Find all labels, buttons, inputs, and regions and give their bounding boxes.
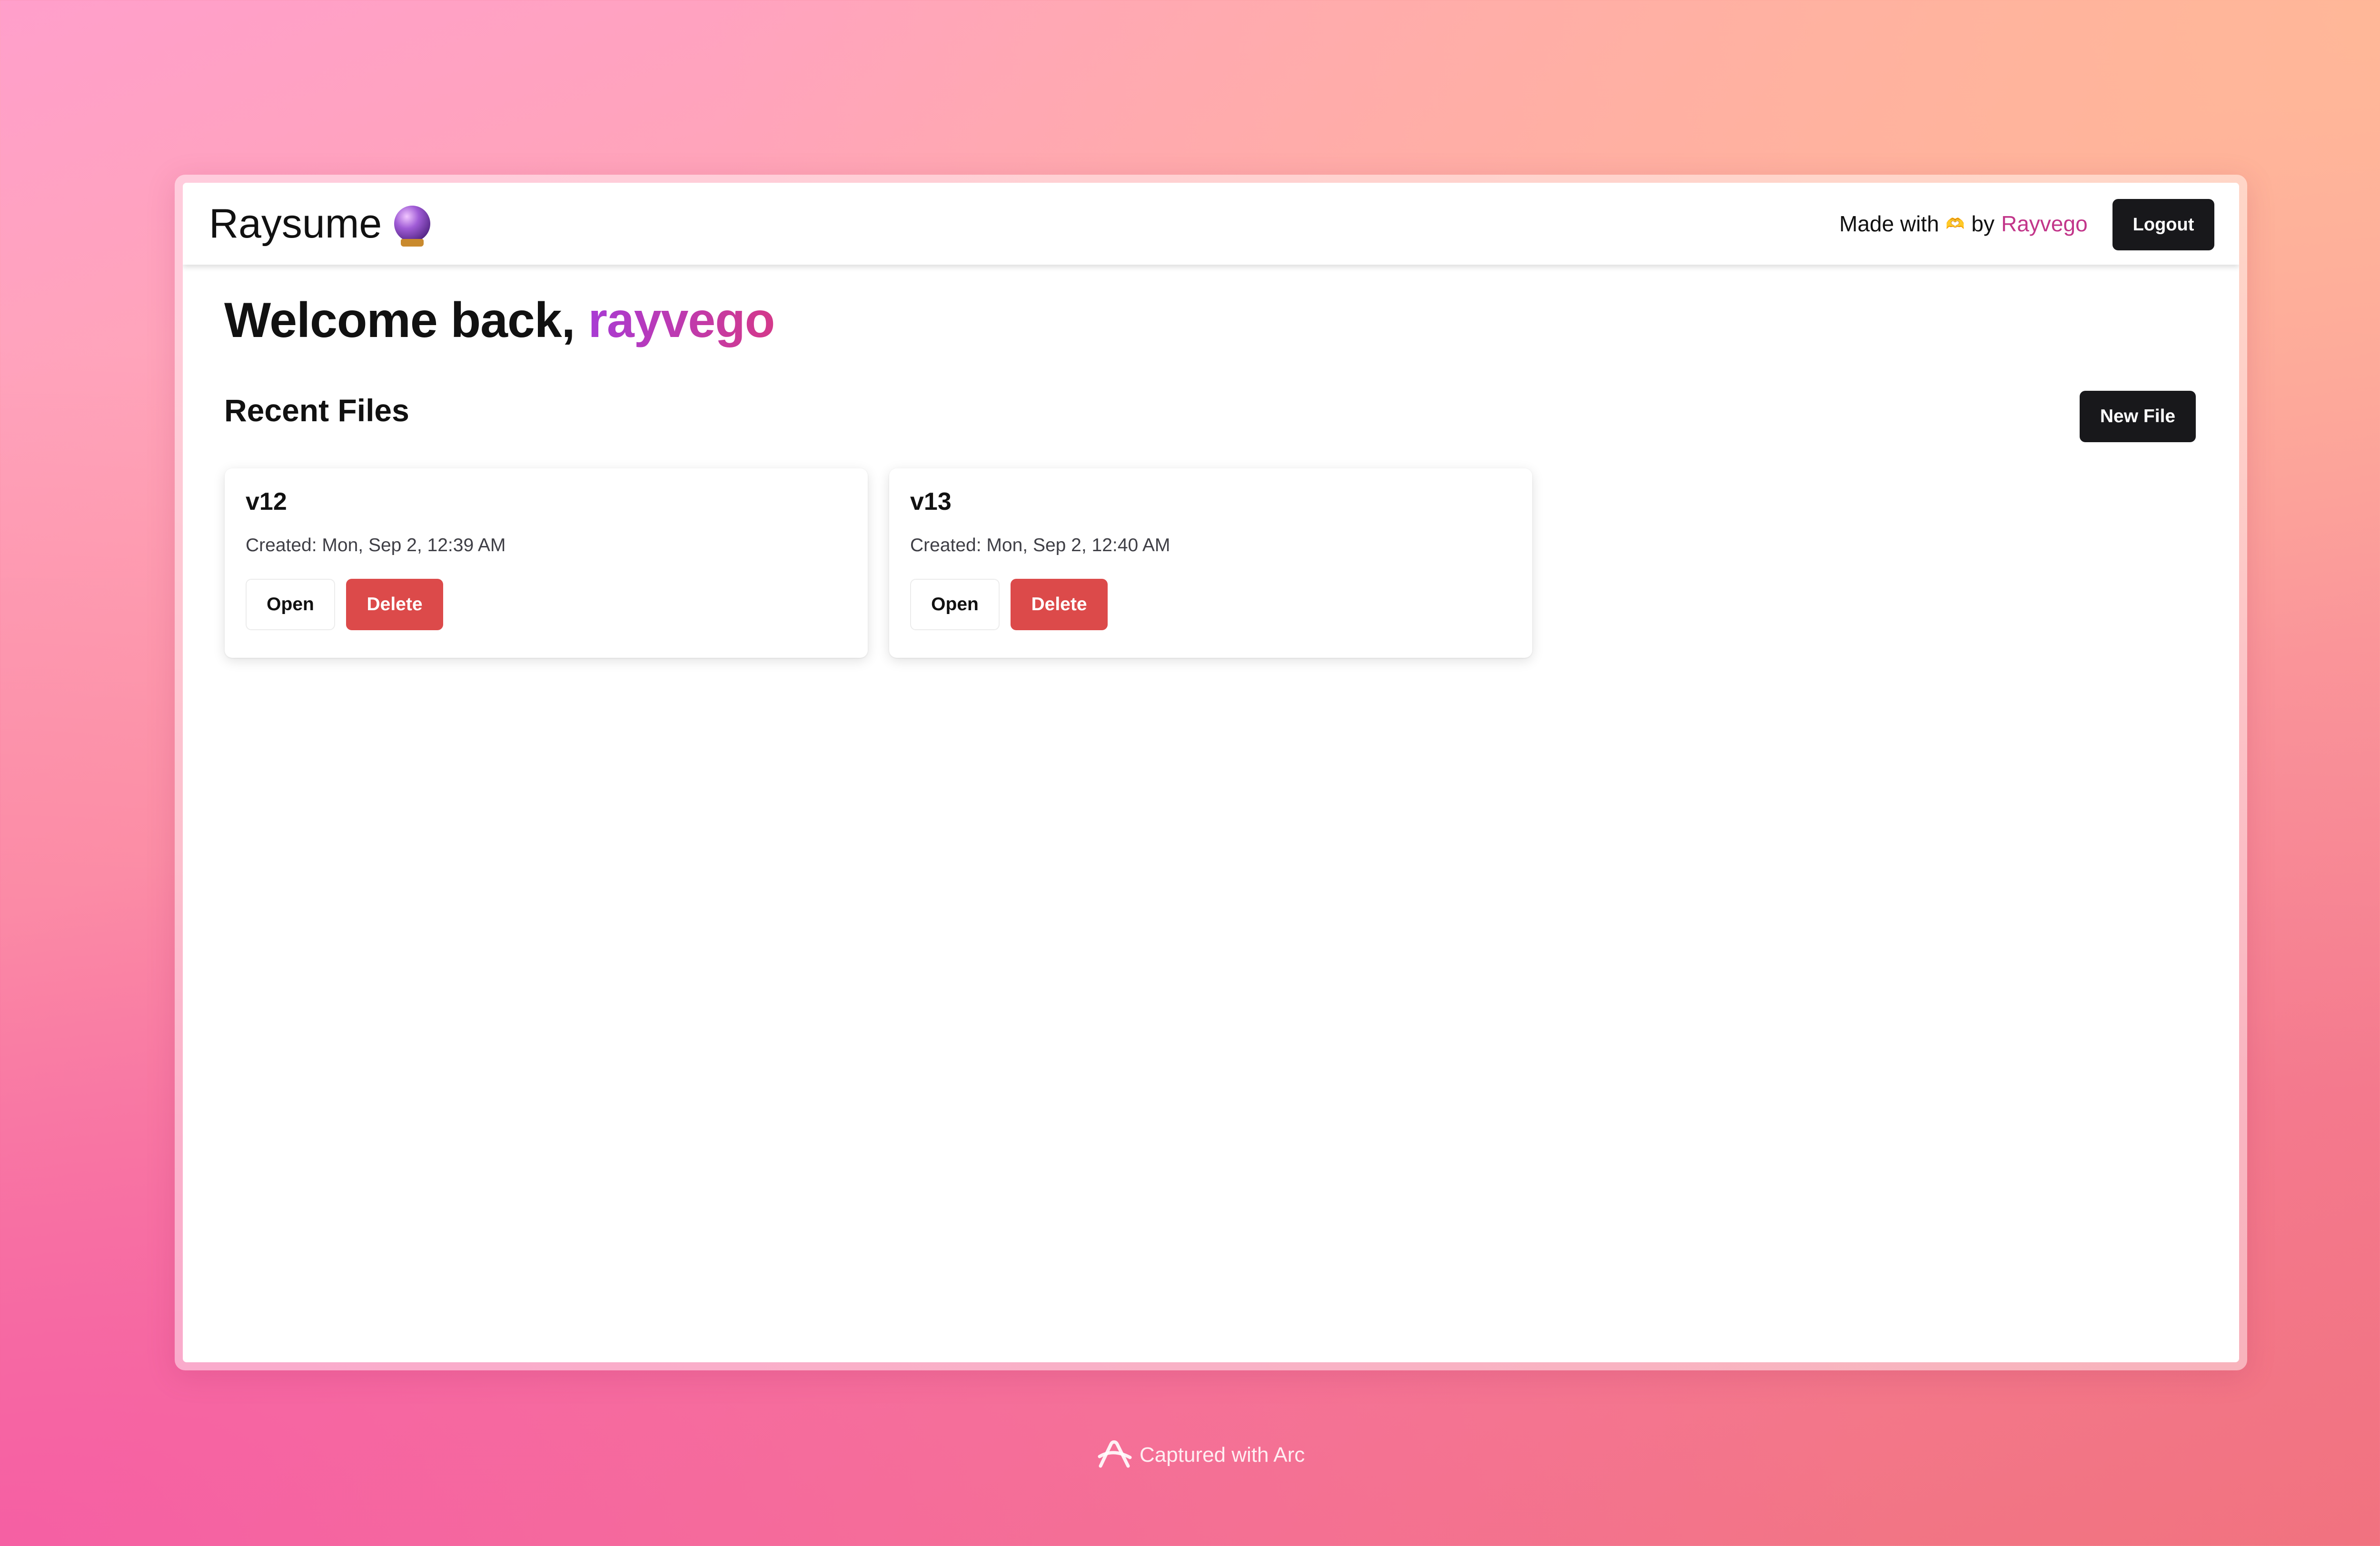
crystal-ball-icon — [394, 206, 431, 247]
app-window: Raysume Made with 🫶 by Rayvego Logout We… — [183, 183, 2239, 1362]
file-created-date: Created: Mon, Sep 2, 12:40 AM — [910, 535, 1170, 555]
welcome-prefix: Welcome back, — [224, 293, 575, 348]
arc-caption: Captured with Arc — [1140, 1443, 1305, 1467]
top-navbar: Raysume Made with 🫶 by Rayvego Logout — [183, 183, 2239, 265]
file-card: v13 Created: Mon, Sep 2, 12:40 AM Open D… — [889, 468, 1532, 658]
captured-with-arc-footer: Captured with Arc — [1097, 1438, 1305, 1472]
made-with-credit: Made with 🫶 by Rayvego — [1839, 209, 2088, 238]
welcome-heading: Welcome back, rayvego — [224, 292, 775, 349]
new-file-button[interactable]: New File — [2080, 391, 2196, 442]
brand-logo[interactable]: Raysume — [209, 197, 431, 250]
heart-hands-icon: 🫶 — [1945, 215, 1965, 232]
made-with-text: Made with — [1839, 211, 1939, 236]
welcome-username: rayvego — [588, 293, 775, 348]
file-created-date: Created: Mon, Sep 2, 12:39 AM — [246, 535, 506, 555]
file-name: v12 — [246, 488, 287, 515]
open-file-button[interactable]: Open — [246, 579, 335, 630]
file-card: v12 Created: Mon, Sep 2, 12:39 AM Open D… — [225, 468, 868, 658]
logout-button[interactable]: Logout — [2112, 199, 2214, 250]
author-link[interactable]: Rayvego — [2001, 211, 2088, 237]
open-file-button[interactable]: Open — [910, 579, 1000, 630]
file-name: v13 — [910, 488, 952, 515]
browser-window-frame: Raysume Made with 🫶 by Rayvego Logout We… — [175, 175, 2247, 1370]
brand-title: Raysume — [209, 200, 382, 247]
delete-file-button[interactable]: Delete — [1011, 579, 1108, 630]
delete-file-button[interactable]: Delete — [346, 579, 443, 630]
arc-logo-icon — [1098, 1440, 1132, 1468]
recent-files-title: Recent Files — [224, 393, 409, 428]
by-text: by — [1971, 211, 1995, 236]
